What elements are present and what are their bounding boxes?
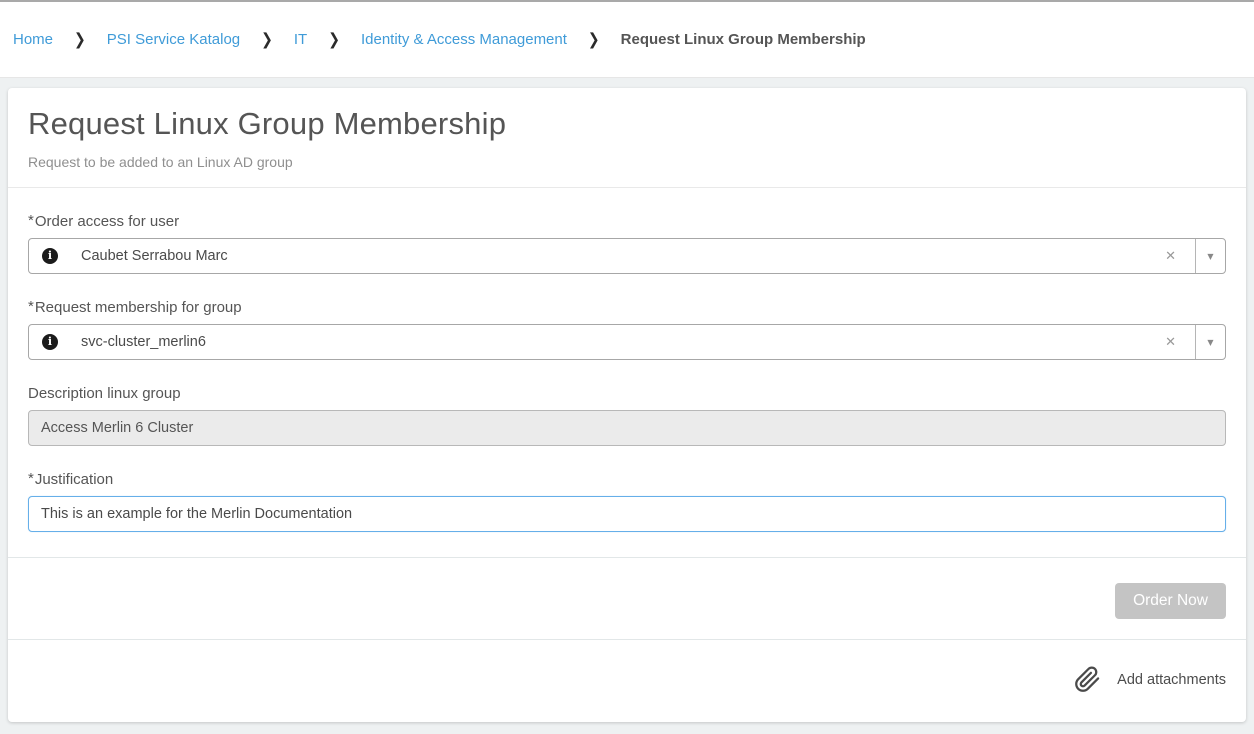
info-circle-icon: i — [42, 248, 58, 264]
attachments-section: Add attachments — [8, 640, 1246, 693]
group-select-dropdown-toggle[interactable]: ▼ — [1196, 325, 1225, 359]
description-linux-group-field — [28, 410, 1226, 446]
breadcrumb-item-it[interactable]: IT — [294, 31, 307, 48]
form-header: Request Linux Group Membership Request t… — [8, 88, 1246, 188]
field-label: *Order access for user — [28, 213, 1226, 230]
chevron-right-icon: ❯ — [328, 30, 340, 48]
justification-field[interactable] — [28, 496, 1226, 532]
chevron-right-icon: ❯ — [74, 30, 86, 48]
info-circle-icon: i — [42, 334, 58, 350]
paperclip-icon — [1074, 666, 1101, 693]
field-request-membership-for-group: *Request membership for group i svc-clus… — [28, 299, 1226, 360]
form-fields: *Order access for user i Caubet Serrabou… — [8, 188, 1246, 557]
caret-down-icon: ▼ — [1207, 252, 1213, 261]
required-asterisk: * — [28, 212, 34, 229]
add-attachments-button[interactable]: Add attachments — [1074, 666, 1226, 693]
page-subtitle: Request to be added to an Linux AD group — [28, 154, 1226, 170]
required-asterisk: * — [28, 298, 34, 315]
field-order-access-for-user: *Order access for user i Caubet Serrabou… — [28, 213, 1226, 274]
add-attachments-label: Add attachments — [1117, 672, 1226, 688]
group-select-value-area[interactable]: i svc-cluster_merlin6 ✕ — [29, 325, 1195, 359]
request-form-card: Request Linux Group Membership Request t… — [8, 88, 1246, 722]
page-body: Request Linux Group Membership Request t… — [0, 78, 1254, 722]
field-justification: *Justification — [28, 471, 1226, 532]
form-actions: Order Now — [8, 558, 1246, 639]
group-select-combobox[interactable]: i svc-cluster_merlin6 ✕ ▼ — [28, 324, 1226, 360]
breadcrumb-item-psi-service-katalog[interactable]: PSI Service Katalog — [107, 31, 240, 48]
user-select-combobox[interactable]: i Caubet Serrabou Marc ✕ ▼ — [28, 238, 1226, 274]
user-select-selected-value: Caubet Serrabou Marc — [81, 248, 1161, 264]
required-asterisk: * — [28, 470, 34, 487]
group-select-selected-value: svc-cluster_merlin6 — [81, 334, 1161, 350]
field-description-linux-group: Description linux group — [28, 385, 1226, 446]
breadcrumb-item-identity-access-management[interactable]: Identity & Access Management — [361, 31, 567, 48]
chevron-right-icon: ❯ — [261, 30, 273, 48]
caret-down-icon: ▼ — [1207, 338, 1213, 347]
field-label: Description linux group — [28, 385, 1226, 402]
field-label: *Justification — [28, 471, 1226, 488]
field-label: *Request membership for group — [28, 299, 1226, 316]
breadcrumb-item-current: Request Linux Group Membership — [621, 31, 866, 48]
clear-selection-icon[interactable]: ✕ — [1161, 333, 1180, 352]
breadcrumb: Home ❯ PSI Service Katalog ❯ IT ❯ Identi… — [0, 2, 1254, 78]
chevron-right-icon: ❯ — [588, 30, 600, 48]
page-title: Request Linux Group Membership — [28, 106, 1226, 142]
user-select-value-area[interactable]: i Caubet Serrabou Marc ✕ — [29, 239, 1195, 273]
breadcrumb-item-home[interactable]: Home — [13, 31, 53, 48]
order-now-button[interactable]: Order Now — [1115, 583, 1226, 619]
clear-selection-icon[interactable]: ✕ — [1161, 247, 1180, 266]
user-select-dropdown-toggle[interactable]: ▼ — [1196, 239, 1225, 273]
